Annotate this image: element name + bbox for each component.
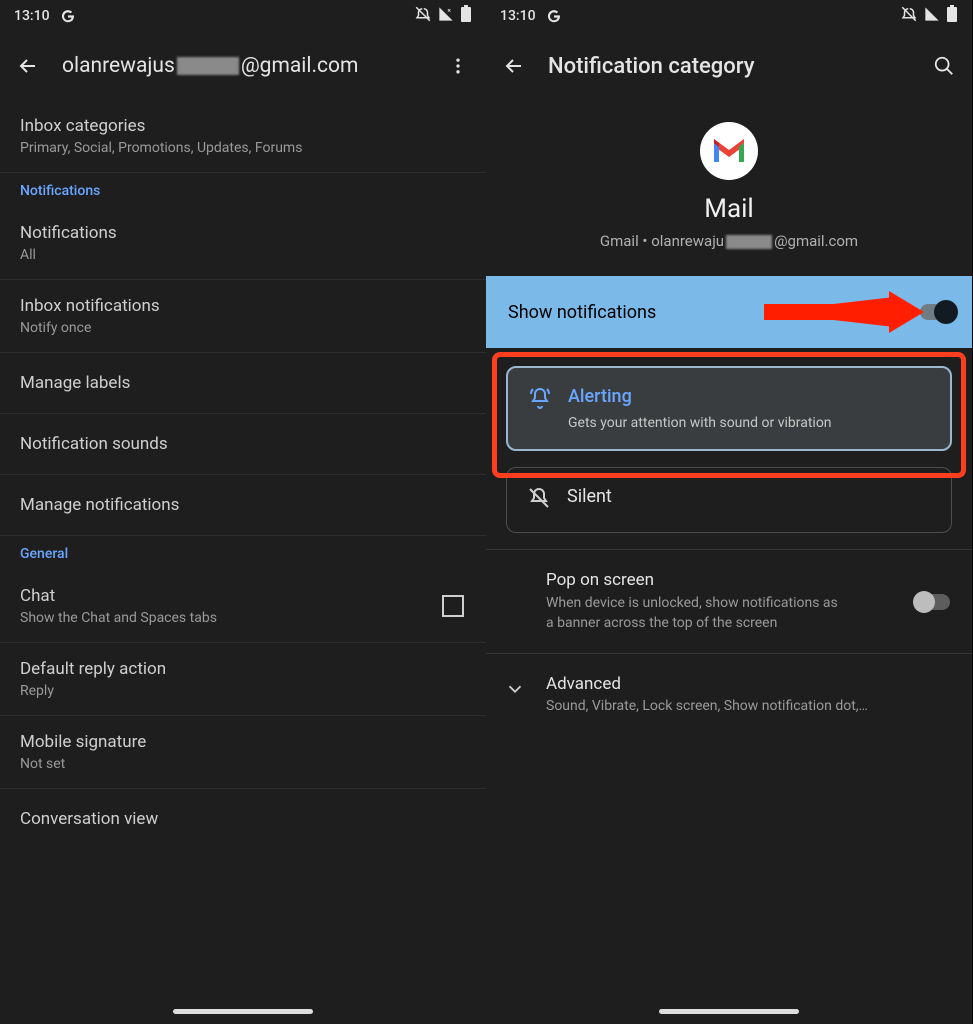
option-alerting[interactable]: Alerting Gets your attention with sound … — [506, 366, 952, 451]
item-chat[interactable]: Chat Show the Chat and Spaces tabs — [0, 570, 486, 643]
nav-handle[interactable] — [659, 1009, 799, 1014]
toggle-off[interactable] — [916, 594, 950, 610]
option-title: Alerting — [568, 386, 832, 407]
svg-text:×: × — [447, 7, 451, 15]
redacted — [726, 235, 772, 249]
gmail-icon — [700, 122, 758, 180]
status-time: 13:10 — [500, 8, 536, 24]
status-bar: 13:10 × — [0, 0, 486, 32]
appbar: Notification category — [486, 32, 972, 100]
app-name: Mail — [506, 194, 952, 224]
redacted — [177, 57, 239, 75]
phone-right: 13:10 Notification category — [486, 0, 972, 1024]
status-bar: 13:10 — [486, 0, 972, 32]
option-title: Silent — [567, 486, 612, 507]
dnd-icon — [414, 5, 432, 27]
item-mobile-signature[interactable]: Mobile signature Not set — [0, 716, 486, 789]
more-icon[interactable] — [444, 52, 472, 80]
back-icon[interactable] — [500, 52, 528, 80]
card-zone: Alerting Gets your attention with sound … — [486, 348, 972, 533]
item-notification-sounds[interactable]: Notification sounds — [0, 414, 486, 475]
signal-icon — [924, 6, 940, 26]
show-notifications-row[interactable]: Show notifications — [486, 276, 972, 348]
account-title: olanrewajus@gmail.com — [62, 54, 444, 78]
appbar: olanrewajus@gmail.com — [0, 32, 486, 100]
option-desc: Gets your attention with sound or vibrat… — [568, 415, 832, 431]
google-icon — [60, 8, 76, 24]
item-default-reply[interactable]: Default reply action Reply — [0, 643, 486, 716]
item-conversation-view[interactable]: Conversation view — [0, 789, 486, 849]
item-sub: Primary, Social, Promotions, Updates, Fo… — [20, 140, 466, 156]
item-notifications[interactable]: Notifications All — [0, 207, 486, 280]
item-manage-labels[interactable]: Manage labels — [0, 353, 486, 414]
show-notifications-label: Show notifications — [508, 302, 656, 323]
app-header: Mail Gmail • olanrewaju@gmail.com — [486, 100, 972, 276]
section-general: General — [0, 536, 486, 570]
nav-handle[interactable] — [173, 1009, 313, 1014]
option-silent[interactable]: Silent — [506, 467, 952, 533]
bell-off-icon — [527, 486, 551, 514]
section-notifications: Notifications — [0, 173, 486, 207]
status-time: 13:10 — [14, 8, 50, 24]
arrow-annotation — [764, 287, 924, 337]
signal-icon: × — [438, 6, 454, 26]
item-title: Inbox categories — [20, 116, 466, 136]
chevron-down-icon — [504, 678, 526, 704]
item-pop-on-screen[interactable]: Pop on screen When device is unlocked, s… — [486, 550, 972, 654]
item-manage-notifications[interactable]: Manage notifications — [0, 475, 486, 536]
toggle-on[interactable] — [920, 304, 954, 320]
item-inbox-categories[interactable]: Inbox categories Primary, Social, Promot… — [0, 100, 486, 173]
page-title: Notification category — [548, 54, 930, 79]
phone-left: 13:10 × olanrewajus@gmail.com Inbox cate… — [0, 0, 486, 1024]
google-icon — [546, 8, 562, 24]
item-advanced[interactable]: Advanced Sound, Vibrate, Lock screen, Sh… — [486, 654, 972, 734]
battery-icon — [946, 5, 958, 27]
app-sub: Gmail • olanrewaju@gmail.com — [506, 232, 952, 250]
checkbox-unchecked[interactable] — [442, 595, 464, 617]
item-inbox-notifications[interactable]: Inbox notifications Notify once — [0, 280, 486, 353]
battery-icon — [460, 5, 472, 27]
back-icon[interactable] — [14, 52, 42, 80]
bell-ring-icon — [528, 386, 552, 414]
dnd-icon — [900, 5, 918, 27]
search-icon[interactable] — [930, 52, 958, 80]
